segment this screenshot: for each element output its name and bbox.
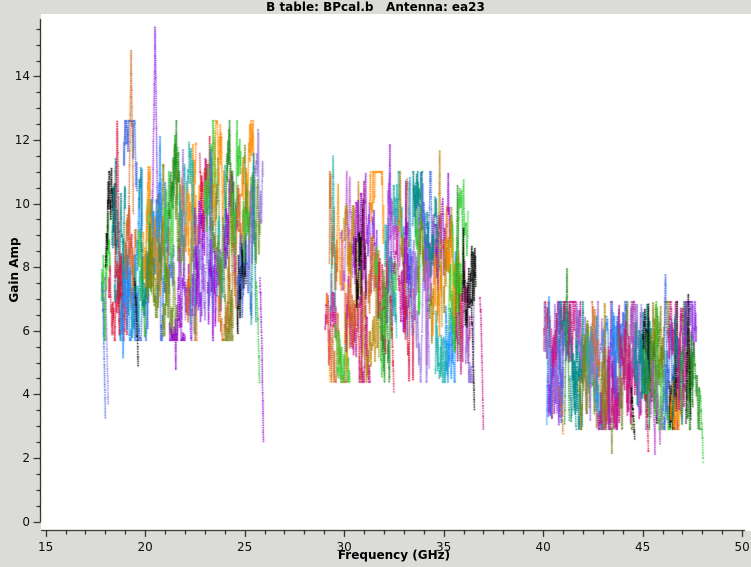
x-tick-label: 30	[329, 540, 359, 554]
x-tick-label: 50	[727, 540, 751, 554]
y-tick-label: 10	[0, 197, 30, 211]
x-tick-label: 20	[130, 540, 160, 554]
y-tick-label: 12	[0, 133, 30, 147]
x-tick-label: 45	[628, 540, 658, 554]
bandpass-scatter-canvas	[0, 0, 751, 567]
x-tick-label: 40	[528, 540, 558, 554]
y-tick-label: 6	[0, 324, 30, 338]
x-tick-label: 15	[31, 540, 61, 554]
x-tick-label: 35	[429, 540, 459, 554]
y-tick-label: 4	[0, 387, 30, 401]
x-tick-label: 25	[230, 540, 260, 554]
y-tick-label: 2	[0, 451, 30, 465]
y-tick-label: 14	[0, 69, 30, 83]
y-tick-label: 8	[0, 260, 30, 274]
plot-window: B table: BPcal.b Antenna: ea23 Gain Amp …	[0, 0, 751, 567]
y-tick-label: 0	[0, 515, 30, 529]
